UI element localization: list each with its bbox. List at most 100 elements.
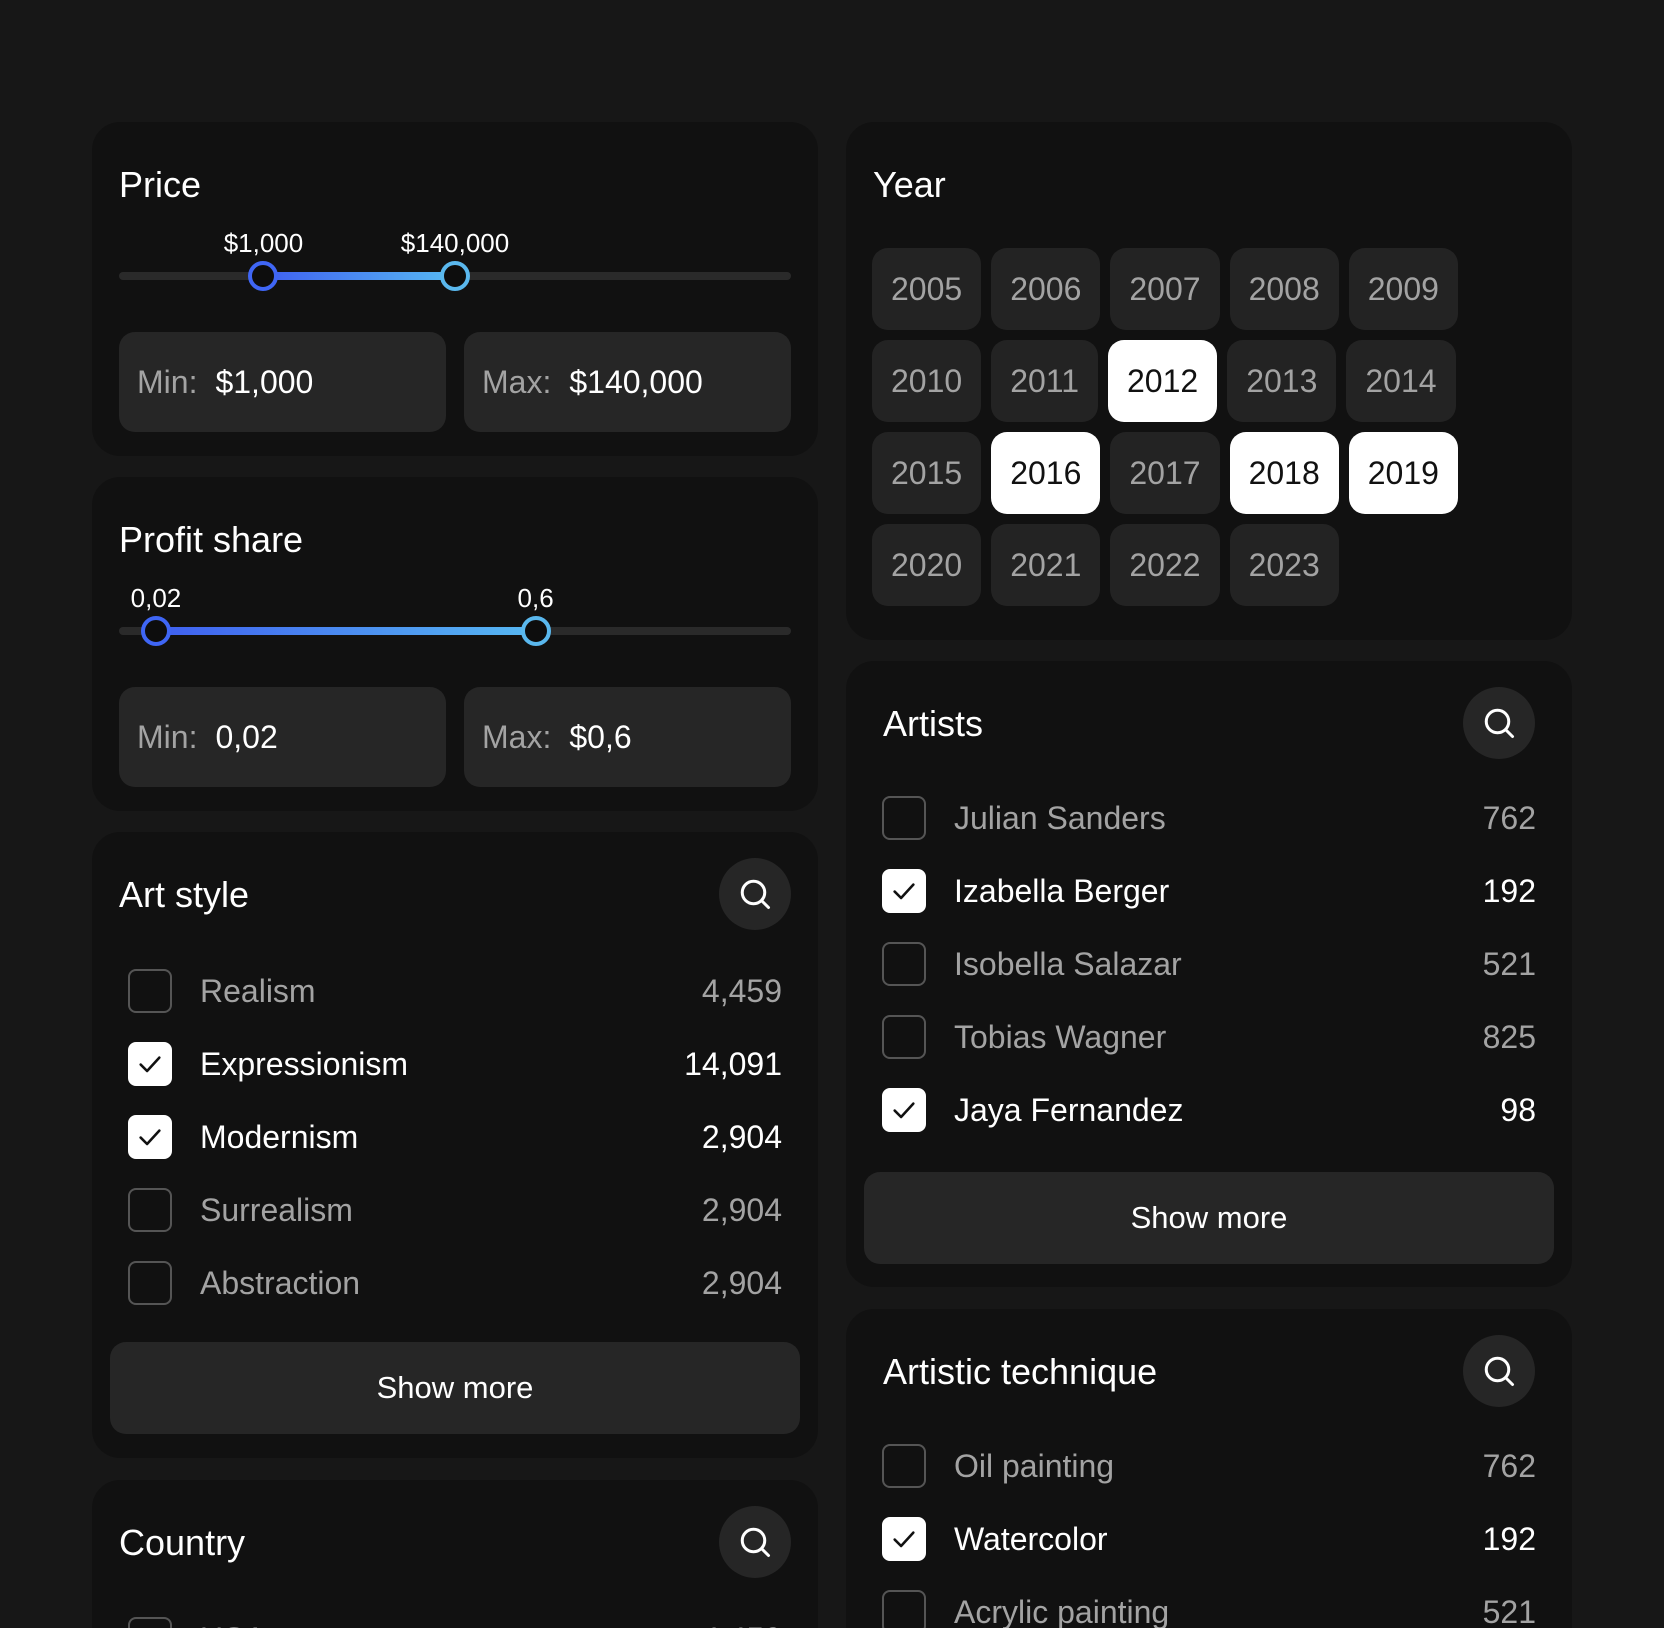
slider-fill [263,272,455,280]
min-value: 0,02 [215,718,278,755]
price-min-field[interactable]: Min: $1,000 [119,332,446,432]
profit-share-slider[interactable]: 0,02 0,6 [119,583,791,646]
price-min-handle[interactable] [248,261,279,291]
checkbox[interactable] [882,1015,926,1059]
artists-title: Artists [883,703,984,744]
year-chip[interactable]: 2022 [1110,524,1220,606]
checkbox[interactable] [882,869,926,913]
profit-share-title: Profit share [119,519,304,560]
checkbox[interactable] [128,1261,172,1305]
profit-max-handle[interactable] [520,616,551,646]
year-chip[interactable]: 2009 [1348,248,1458,330]
checkbox[interactable] [882,942,926,986]
checkbox[interactable] [882,796,926,840]
year-chip-grid: 2005 2006 2007 2008 2009 2010 2011 2012 2013 2014… [872,248,1532,616]
list-item-count: 192 [1482,1520,1536,1557]
list-item-label: Izabella Berger [954,872,1170,909]
year-chip[interactable]: 2012 [1108,340,1218,422]
year-chip[interactable]: 2014 [1346,340,1456,422]
price-card: Price $1,000 $140,000 Min: $1,000 Max: $… [92,122,818,456]
year-chip[interactable]: 2018 [1229,432,1339,514]
check-icon [893,1102,915,1119]
year-chip[interactable]: 2021 [991,524,1101,606]
year-chip[interactable]: 2013 [1227,340,1337,422]
list-item-label: Realism [200,972,316,1009]
checkbox[interactable] [882,1444,926,1488]
profit-min-handle[interactable] [140,616,171,646]
list-item[interactable]: Expressionism 14,091 [128,1041,782,1087]
list-item[interactable]: Watercolor 192 [882,1516,1536,1562]
year-chip[interactable]: 2019 [1348,432,1458,514]
list-item-label: Julian Sanders [954,799,1166,836]
year-chip[interactable]: 2023 [1229,524,1339,606]
year-chip[interactable]: 2005 [872,248,982,330]
profit-min-field[interactable]: Min: 0,02 [119,687,446,787]
max-value: $140,000 [569,363,703,400]
artists-card: Artists Show more Julian Sanders 762 Izabe… [846,661,1572,1287]
price-max-handle[interactable] [440,261,470,291]
checkbox[interactable] [882,1088,926,1132]
list-item[interactable]: Julian Sanders 762 [882,795,1536,841]
artists-show-more-button[interactable]: Show more [864,1172,1554,1264]
list-item-label: Surrealism [200,1191,353,1228]
artists-search-button[interactable] [1463,687,1535,759]
list-item-label: Modernism [200,1118,359,1155]
year-chip[interactable]: 2010 [872,340,982,422]
year-chip[interactable]: 2016 [991,432,1101,514]
checkbox[interactable] [128,1188,172,1232]
checkbox[interactable] [128,1617,172,1628]
checkbox[interactable] [128,1042,172,1086]
list-item-label: Oil painting [954,1447,1115,1484]
art-style-title: Art style [119,874,250,915]
list-item-count: 14,091 [684,1045,782,1082]
list-item-count: 762 [1482,799,1536,836]
year-chip-row: 2010 2011 2012 2013 2014 [872,340,1532,422]
profit-max-field[interactable]: Max: $0,6 [464,687,791,787]
price-max-field[interactable]: Max: $140,000 [464,332,791,432]
list-item[interactable]: Oil painting 762 [882,1443,1536,1489]
checkbox[interactable] [882,1590,926,1628]
list-item-label: Jaya Fernandez [954,1091,1184,1128]
year-chip[interactable]: 2020 [872,524,982,606]
price-slider[interactable]: $1,000 $140,000 [119,228,791,291]
list-item-count: 2,904 [701,1118,782,1155]
list-item-label: Acrylic painting [954,1593,1170,1628]
checkbox[interactable] [128,969,172,1013]
list-item-count: 192 [1482,872,1536,909]
list-item[interactable]: Isobella Salazar 521 [882,941,1536,987]
year-chip[interactable]: 2008 [1229,248,1339,330]
list-item-count: 98 [1500,1091,1536,1128]
year-chip[interactable]: 2006 [991,248,1101,330]
price-low-label: $1,000 [223,228,304,258]
art-style-show-more-button[interactable]: Show more [110,1342,800,1434]
year-chip[interactable]: 2017 [1110,432,1220,514]
list-item[interactable]: Jaya Fernandez 98 [882,1087,1536,1133]
country-search-button[interactable] [719,1506,791,1578]
year-chip-row: 2005 2006 2007 2008 2009 [872,248,1532,330]
search-icon [740,1527,770,1557]
year-card: Year 2005 2006 2007 2008 2009 2010 2011 2012 201… [846,122,1572,640]
year-chip[interactable]: 2015 [872,432,982,514]
checkbox[interactable] [882,1517,926,1561]
list-item-label: Watercolor [954,1520,1108,1557]
list-item[interactable]: Surrealism 2,904 [128,1187,782,1233]
art-style-search-button[interactable] [719,858,791,930]
list-item[interactable]: Abstraction 2,904 [128,1260,782,1306]
list-item[interactable]: Acrylic painting 521 [882,1589,1536,1628]
list-item-label: Tobias Wagner [954,1018,1167,1055]
technique-search-button[interactable] [1463,1335,1535,1407]
year-chip-row: 2020 2021 2022 2023 [872,524,1532,606]
check-icon [139,1056,161,1073]
checkbox[interactable] [128,1115,172,1159]
list-item[interactable]: Izabella Berger 192 [882,868,1536,914]
list-item[interactable]: Tobias Wagner 825 [882,1014,1536,1060]
profit-low-label: 0,02 [130,583,182,613]
year-chip[interactable]: 2007 [1110,248,1220,330]
country-card: Country USA4,459 [92,1480,818,1628]
list-item[interactable]: Realism 4,459 [128,968,782,1014]
list-item[interactable]: USA4,459 [128,1616,782,1628]
min-value: $1,000 [215,363,314,400]
list-item[interactable]: Modernism 2,904 [128,1114,782,1160]
country-title: Country [119,1522,246,1563]
year-chip[interactable]: 2011 [991,340,1098,422]
